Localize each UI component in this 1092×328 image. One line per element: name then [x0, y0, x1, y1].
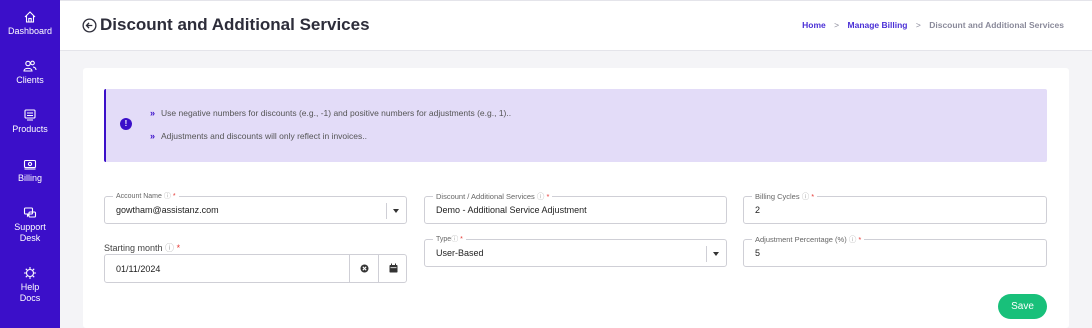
chevron-down-icon[interactable]: [386, 203, 406, 219]
field-label: Account Name ⓘ *: [113, 191, 179, 201]
type-select[interactable]: Typeⓘ * User-Based: [424, 234, 727, 267]
sidebar-item-dashboard[interactable]: Dashboard: [0, 10, 60, 37]
chevron-down-icon[interactable]: [706, 246, 726, 262]
calendar-button[interactable]: [378, 254, 407, 283]
help-icon: ⓘ: [536, 192, 545, 201]
clear-date-button[interactable]: [349, 254, 378, 283]
home-icon: [24, 11, 36, 23]
sidebar-item-label: Support: [14, 222, 46, 232]
field-label: Starting month ⓘ *: [104, 243, 181, 253]
support-icon: [23, 207, 37, 218]
discount-service-field[interactable]: Discount / Additional Services ⓘ * Demo …: [424, 191, 727, 224]
breadcrumb-separator: >: [915, 20, 921, 30]
save-button[interactable]: Save: [998, 294, 1047, 319]
sidebar-item-clients[interactable]: Clients: [0, 59, 60, 86]
help-icon: ⓘ: [165, 243, 175, 253]
sidebar-item-help-docs[interactable]: Help Docs: [0, 266, 60, 304]
double-chevron-icon: »: [150, 108, 156, 118]
info-text: Adjustments and discounts will only refl…: [161, 131, 367, 141]
field-value: 2: [755, 205, 761, 215]
info-icon: !: [120, 118, 132, 130]
adjustment-percentage-field[interactable]: Adjustment Percentage (%) ⓘ * 5: [743, 234, 1047, 267]
sidebar-item-billing[interactable]: Billing: [0, 157, 60, 184]
sidebar-item-label: Desk: [19, 233, 41, 243]
breadcrumb-current: Discount and Additional Services: [929, 20, 1064, 30]
sidebar-item-label: Products: [12, 124, 48, 134]
info-notice: ! » Use negative numbers for discounts (e…: [104, 89, 1047, 162]
calendar-icon: [389, 263, 398, 273]
help-icon: ⓘ: [801, 192, 810, 201]
field-label: Discount / Additional Services ⓘ *: [433, 191, 553, 202]
breadcrumb-manage-billing[interactable]: Manage Billing: [848, 20, 908, 30]
sidebar-item-label: Billing: [17, 173, 42, 183]
products-icon: [24, 109, 36, 121]
info-line: » Use negative numbers for discounts (e.g…: [150, 108, 511, 118]
field-value: 5: [755, 248, 761, 258]
users-icon: [23, 60, 37, 72]
help-icon: ⓘ: [451, 236, 459, 243]
breadcrumb: Home > Manage Billing > Discount and Add…: [802, 20, 1064, 30]
field-value: gowtham@assistanz.com: [116, 205, 219, 215]
clear-icon: [360, 264, 369, 273]
info-text: Use negative numbers for discounts (e.g.…: [161, 108, 512, 118]
sidebar-item-label: Docs: [19, 293, 41, 303]
back-arrow-icon[interactable]: [82, 18, 97, 33]
breadcrumb-home[interactable]: Home: [802, 20, 826, 30]
sidebar: Dashboard Clients Products Billing Suppo…: [0, 0, 60, 328]
sidebar-item-label: Dashboard: [7, 26, 53, 36]
field-label: Typeⓘ *: [433, 234, 466, 244]
help-icon: [24, 267, 36, 279]
page-title: Discount and Additional Services: [100, 15, 370, 34]
sidebar-item-products[interactable]: Products: [0, 108, 60, 135]
billing-cycles-field[interactable]: Billing Cycles ⓘ * 2: [743, 191, 1047, 224]
field-label: Billing Cycles ⓘ *: [752, 191, 818, 202]
help-icon: ⓘ: [163, 193, 171, 200]
sidebar-item-support-desk[interactable]: Support Desk: [0, 206, 60, 244]
help-icon: ⓘ: [848, 235, 857, 244]
breadcrumb-separator: >: [834, 20, 840, 30]
sidebar-item-label: Help: [20, 282, 40, 292]
sidebar-item-label: Clients: [16, 75, 44, 85]
field-label: Adjustment Percentage (%) ⓘ *: [752, 234, 865, 245]
field-value: Demo - Additional Service Adjustment: [436, 205, 587, 215]
info-line: » Adjustments and discounts will only ref…: [150, 131, 367, 141]
account-name-select[interactable]: Account Name ⓘ * gowtham@assistanz.com: [104, 191, 407, 224]
billing-icon: [23, 159, 37, 170]
double-chevron-icon: »: [150, 131, 156, 141]
field-value: User-Based: [436, 248, 484, 258]
page-header: Discount and Additional Services Home > …: [60, 0, 1092, 51]
field-value: 01/11/2024: [116, 264, 161, 274]
